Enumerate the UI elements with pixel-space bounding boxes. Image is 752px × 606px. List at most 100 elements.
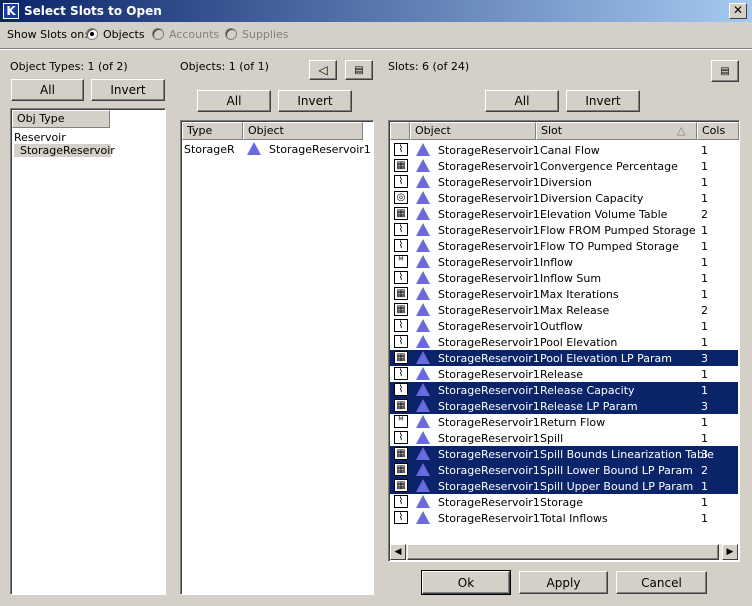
table-row[interactable]: ⌇ StorageReservoir1 Pool Elevation 1 <box>390 334 738 350</box>
reservoir-object-icon <box>416 159 430 172</box>
slot-row-object: StorageReservoir1 <box>438 192 540 205</box>
horizontal-scrollbar[interactable]: ◀ ▶ <box>390 544 738 560</box>
objects-row[interactable]: StorageR StorageReservoir1 <box>181 141 373 157</box>
table-row[interactable]: ⌇ StorageReservoir1 Diversion 1 <box>390 174 738 190</box>
obj-type-header[interactable]: Obj Type <box>12 110 110 128</box>
table-row[interactable]: ◎ StorageReservoir1 Diversion Capacity 1 <box>390 190 738 206</box>
object-types-invert-button[interactable]: Invert <box>91 79 165 101</box>
table-row[interactable]: ▦ StorageReservoir1 Spill Bounds Lineariza… <box>390 446 738 462</box>
close-icon[interactable]: ✕ <box>729 3 747 19</box>
series-slot-icon: ⌇ <box>394 223 408 236</box>
table-row[interactable]: ⌇ StorageReservoir1 Inflow Sum 1 <box>390 270 738 286</box>
slot-row-cols: 2 <box>701 464 708 477</box>
slot-row-object: StorageReservoir1 <box>438 416 540 429</box>
objects-list[interactable]: Type Object StorageR StorageReservoir1 <box>180 120 374 595</box>
slot-row-cols: 1 <box>701 176 708 189</box>
back-arrow-button[interactable]: ◁ <box>309 60 337 80</box>
reservoir-object-icon <box>416 431 430 444</box>
table-row[interactable]: ⌇ StorageReservoir1 Flow FROM Pumped Stora… <box>390 222 738 238</box>
slot-row-object: StorageReservoir1 <box>438 224 540 237</box>
slots-object-header[interactable]: Object <box>410 122 536 140</box>
table-row[interactable]: ⌇ StorageReservoir1 Release 1 <box>390 366 738 382</box>
scrollbar-thumb[interactable] <box>407 544 719 560</box>
object-types-label: Object Types: 1 (of 2) <box>10 60 128 73</box>
show-slots-label: Show Slots on: <box>7 28 88 41</box>
slots-cols-header[interactable]: Cols <box>697 122 739 140</box>
ok-button[interactable]: Ok <box>421 570 511 595</box>
slots-all-button[interactable]: All <box>485 90 559 112</box>
reservoir-object-icon <box>416 511 430 524</box>
slots-invert-button[interactable]: Invert <box>566 90 640 112</box>
slots-icon-header[interactable] <box>390 122 410 140</box>
objects-open-button[interactable]: ▤ <box>345 60 373 80</box>
radio-accounts-label: Accounts <box>169 28 220 41</box>
reservoir-object-icon <box>416 367 430 380</box>
slot-row-slot: Flow TO Pumped Storage <box>540 240 679 253</box>
series-slot-icon: ⌇ <box>394 335 408 348</box>
table-row[interactable]: ▦ StorageReservoir1 Elevation Volume Table… <box>390 206 738 222</box>
objects-invert-button[interactable]: Invert <box>278 90 352 112</box>
table-row[interactable]: ⌇ StorageReservoir1 Canal Flow 1 <box>390 142 738 158</box>
table-row[interactable]: ▦ StorageReservoir1 Pool Elevation LP Para… <box>390 350 738 366</box>
slots-open-button[interactable]: ▤ <box>711 60 739 82</box>
table-row[interactable]: ▦ StorageReservoir1 Spill Upper Bound LP P… <box>390 478 738 494</box>
slot-row-cols: 1 <box>701 144 708 157</box>
slot-row-cols: 1 <box>701 416 708 429</box>
reservoir-object-icon <box>416 335 430 348</box>
series-slot-icon: ⌇ <box>394 239 408 252</box>
table-row[interactable]: ⌇ StorageReservoir1 Flow TO Pumped Storage… <box>390 238 738 254</box>
slot-row-cols: 1 <box>701 160 708 173</box>
table-row[interactable]: ᴹ StorageReservoir1 Return Flow 1 <box>390 414 738 430</box>
slot-row-object: StorageReservoir1 <box>438 496 540 509</box>
table-row[interactable]: ⌇ StorageReservoir1 Release Capacity 1 <box>390 382 738 398</box>
table-row[interactable]: ⌇ StorageReservoir1 Outflow 1 <box>390 318 738 334</box>
slot-row-cols: 1 <box>701 240 708 253</box>
table-row[interactable]: ⌇ StorageReservoir1 Spill 1 <box>390 430 738 446</box>
table-row[interactable]: ᴹ StorageReservoir1 Inflow 1 <box>390 254 738 270</box>
objects-object-header[interactable]: Object <box>243 122 363 140</box>
table-row[interactable]: ⌇ StorageReservoir1 Total Inflows 1 <box>390 510 738 526</box>
radio-accounts[interactable] <box>152 28 164 40</box>
slot-row-slot: Convergence Percentage <box>540 160 678 173</box>
slot-row-cols: 1 <box>701 256 708 269</box>
radio-objects[interactable] <box>86 28 98 40</box>
slot-row-cols: 1 <box>701 432 708 445</box>
objects-row-object: StorageReservoir1 <box>269 143 371 156</box>
objects-all-button[interactable]: All <box>197 90 271 112</box>
radio-supplies-label: Supplies <box>242 28 289 41</box>
objects-label: Objects: 1 (of 1) <box>180 60 269 73</box>
table-row[interactable]: ▦ StorageReservoir1 Spill Lower Bound LP P… <box>390 462 738 478</box>
table-slot-icon: ▦ <box>394 351 408 364</box>
reservoir-object-icon <box>416 207 430 220</box>
obj-type-item-storagereservoir[interactable]: StorageReservoir <box>14 144 115 157</box>
radio-supplies[interactable] <box>225 28 237 40</box>
slot-row-object: StorageReservoir1 <box>438 384 540 397</box>
reservoir-object-icon <box>416 319 430 332</box>
cancel-button[interactable]: Cancel <box>616 571 707 594</box>
slots-slot-header[interactable]: Slot △ <box>536 122 697 140</box>
obj-type-item-reservoir[interactable]: Reservoir <box>14 131 66 144</box>
object-types-list[interactable]: Obj Type Reservoir StorageReservoir <box>10 108 166 595</box>
table-row[interactable]: ⌇ StorageReservoir1 Storage 1 <box>390 494 738 510</box>
slot-row-cols: 1 <box>701 288 708 301</box>
apply-button[interactable]: Apply <box>519 571 608 594</box>
slot-row-object: StorageReservoir1 <box>438 400 540 413</box>
objects-type-header[interactable]: Type <box>182 122 243 140</box>
slots-table[interactable]: Object Slot △ Cols ⌇ StorageReservoir1 Can… <box>388 120 740 562</box>
reservoir-object-icon <box>416 255 430 268</box>
table-slot-icon: ▦ <box>394 479 408 492</box>
object-types-all-button[interactable]: All <box>11 79 84 101</box>
scroll-right-icon[interactable]: ▶ <box>722 544 738 560</box>
slot-row-slot: Release Capacity <box>540 384 635 397</box>
radio-objects-label: Objects <box>103 28 145 41</box>
table-row[interactable]: ▦ StorageReservoir1 Max Release 2 <box>390 302 738 318</box>
slot-row-cols: 1 <box>701 368 708 381</box>
scroll-left-icon[interactable]: ◀ <box>390 544 406 560</box>
table-row[interactable]: ▦ StorageReservoir1 Convergence Percentage… <box>390 158 738 174</box>
slot-row-slot: Total Inflows <box>540 512 608 525</box>
table-row[interactable]: ▦ StorageReservoir1 Max Iterations 1 <box>390 286 738 302</box>
multi-slot-icon: ᴹ <box>394 255 408 268</box>
table-row[interactable]: ▦ StorageReservoir1 Release LP Param 3 <box>390 398 738 414</box>
reservoir-object-icon <box>416 239 430 252</box>
reservoir-object-icon <box>416 287 430 300</box>
